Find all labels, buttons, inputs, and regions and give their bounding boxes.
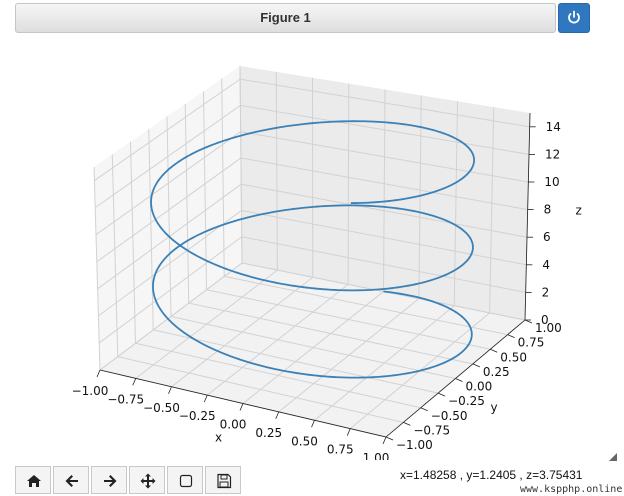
- z-tick-label: 4: [542, 258, 550, 272]
- x-tick-label: 0.50: [291, 434, 318, 448]
- home-icon: [27, 475, 41, 487]
- y-tick: [455, 378, 463, 382]
- y-tick: [507, 334, 515, 338]
- y-tick: [403, 422, 411, 426]
- z-tick-label: 10: [544, 175, 559, 189]
- z-tick-label: 14: [546, 120, 561, 134]
- x-tick-label: −0.75: [107, 392, 144, 406]
- y-axis-label: y: [491, 401, 498, 415]
- y-tick: [420, 407, 428, 412]
- forward-button[interactable]: [91, 466, 127, 494]
- x-tick: [239, 403, 244, 411]
- x-tick: [382, 436, 387, 445]
- power-button[interactable]: [558, 3, 590, 33]
- y-tick-label: −0.25: [448, 394, 485, 408]
- y-tick-label: 0.25: [483, 365, 510, 379]
- y-tick-label: 0.50: [500, 350, 527, 364]
- y-tick: [437, 392, 446, 397]
- x-tick-label: −0.50: [143, 401, 180, 415]
- pan-button[interactable]: [129, 466, 165, 494]
- x-tick: [132, 378, 137, 386]
- zoom-rect-icon: [179, 474, 193, 488]
- y-tick: [472, 363, 481, 368]
- x-tick: [311, 420, 315, 428]
- power-icon: [568, 10, 580, 24]
- y-tick-label: −0.50: [431, 409, 468, 423]
- resize-grip-icon[interactable]: [608, 452, 618, 462]
- y-tick-label: −1.00: [396, 438, 433, 452]
- arrow-left-icon: [65, 475, 78, 487]
- figure-title: Figure 1: [260, 10, 311, 25]
- save-button[interactable]: [205, 466, 241, 494]
- x-tick: [275, 411, 280, 420]
- navigation-toolbar: [15, 466, 243, 494]
- y-tick-label: −0.75: [413, 423, 450, 437]
- x-tick-label: 0.75: [327, 443, 354, 457]
- z-tick-label: 12: [545, 147, 560, 161]
- y-tick-label: 0.75: [518, 336, 545, 350]
- z-tick-label: 0: [541, 313, 549, 327]
- x-tick-label: 0.00: [220, 418, 247, 432]
- x-tick: [203, 394, 208, 403]
- back-button[interactable]: [53, 466, 89, 494]
- x-tick-label: −0.25: [179, 409, 216, 423]
- move-icon: [140, 473, 156, 489]
- x-tick: [96, 369, 101, 378]
- z-tick-label: 2: [542, 285, 550, 299]
- x-tick-label: −1.00: [72, 384, 109, 398]
- y-tick: [490, 348, 498, 353]
- watermark: www.kspphp.online: [520, 484, 623, 495]
- arrow-right-icon: [104, 475, 117, 487]
- x-tick-label: 0.25: [255, 426, 282, 440]
- x-tick-label: 1.00: [363, 451, 390, 460]
- save-icon: [217, 473, 232, 489]
- zoom-button[interactable]: [167, 466, 203, 494]
- z-tick-label: 8: [544, 203, 552, 217]
- x-axis-label: x: [215, 431, 222, 445]
- y-tick-label: 0.00: [466, 380, 493, 394]
- y-tick: [524, 319, 533, 324]
- z-tick-label: 6: [543, 230, 551, 244]
- 3d-plot[interactable]: −1.00−0.75−0.50−0.250.000.250.500.751.00…: [0, 40, 624, 460]
- home-button[interactable]: [15, 466, 51, 494]
- x-tick: [346, 428, 351, 436]
- figure-titlebar: Figure 1: [15, 3, 556, 33]
- cursor-coordinates: x=1.48258 , y=1.2405 , z=3.75431: [400, 468, 583, 482]
- x-tick: [168, 386, 172, 394]
- y-tick: [385, 436, 394, 441]
- z-axis-label: z: [576, 204, 582, 218]
